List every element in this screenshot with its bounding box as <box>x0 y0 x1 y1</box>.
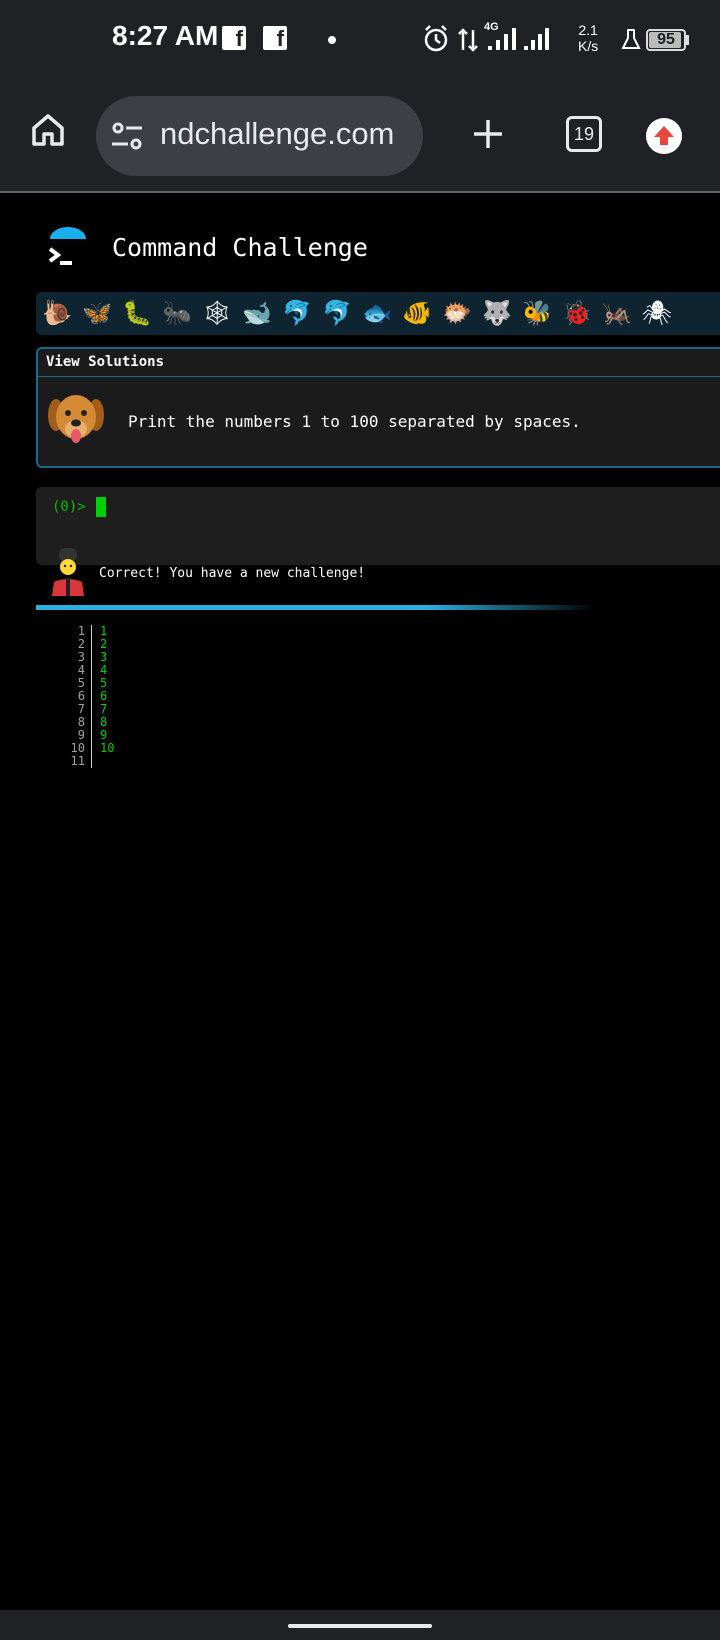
url-text[interactable]: ndchallenge.com <box>160 116 394 152</box>
flask-icon <box>621 29 641 49</box>
progress-bar <box>36 605 596 610</box>
challenge-badge[interactable]: 🐌 <box>40 296 74 330</box>
guard-icon <box>52 548 84 596</box>
challenge-badge[interactable]: 🕸 <box>200 296 234 330</box>
challenge-badge[interactable]: 🐬 <box>320 296 354 330</box>
facebook-icon: f <box>222 26 246 50</box>
output-lines: 1 2 3 4 5 6 7 8 9 10 <box>100 625 114 768</box>
challenge-badge[interactable]: 🐛 <box>120 296 154 330</box>
speed-unit: K/s <box>578 38 599 54</box>
challenge-badge[interactable]: 🦋 <box>80 296 114 330</box>
status-bar: 8:27 AM f f 4G 2.1 K/s 95 <box>0 0 720 82</box>
line-number: 11 <box>70 754 85 768</box>
challenge-badges: 🐌 🦋 🐛 🐜 🕸 🐋 🐬 🐬 🐟 🐠 🐡 🐺 🐝 🐞 🦗 🕷 <box>36 292 720 335</box>
challenge-panel: View Solutions Print the numbers 1 to 10… <box>36 347 720 468</box>
facebook-icon: f <box>263 26 287 50</box>
web-page: Command Challenge 🐌 🦋 🐛 🐜 🕸 🐋 🐬 🐬 🐟 🐠 🐡 🐺 🐝 🐞 🦗 🕷 View … <box>0 195 720 1610</box>
system-nav-bar <box>0 1610 720 1640</box>
network-speed: 2.1 K/s <box>578 22 598 54</box>
tab-count: 19 <box>573 124 595 144</box>
cursor <box>96 497 106 517</box>
site-title[interactable]: Command Challenge <box>112 233 368 262</box>
challenge-badge[interactable]: 🐠 <box>400 296 434 330</box>
challenge-badge[interactable]: 🐬 <box>280 296 314 330</box>
output-line: 10 <box>100 741 115 755</box>
browser-toolbar: ndchallenge.com 19 <box>0 82 720 193</box>
challenge-badge[interactable]: 🐞 <box>560 296 594 330</box>
feedback-message: Correct! You have a new challenge! <box>99 566 366 581</box>
signal-icon <box>524 28 549 50</box>
plus-icon[interactable] <box>470 116 506 152</box>
view-solutions-link[interactable]: View Solutions <box>38 349 720 377</box>
line-numbers: 1 2 3 4 5 6 7 8 9 10 11 <box>60 625 92 768</box>
signal-icon <box>488 28 516 50</box>
status-time: 8:27 AM <box>112 20 219 51</box>
challenge-badge[interactable]: 🕷 <box>640 296 674 330</box>
update-icon[interactable] <box>646 118 682 154</box>
challenge-badge[interactable]: 🐡 <box>440 296 474 330</box>
challenge-badge[interactable]: 🐝 <box>520 296 554 330</box>
challenge-badge[interactable]: 🐺 <box>480 296 514 330</box>
url-bar[interactable]: ndchallenge.com <box>96 96 423 176</box>
data-arrows-icon <box>458 28 478 52</box>
dot-icon <box>328 36 336 44</box>
alarm-icon <box>424 25 448 52</box>
home-icon[interactable] <box>28 110 68 150</box>
terminal-logo-icon[interactable] <box>46 227 90 271</box>
home-gesture-handle[interactable] <box>288 1624 432 1628</box>
challenge-text: Print the numbers 1 to 100 separated by … <box>128 412 581 431</box>
tune-icon[interactable] <box>110 118 146 154</box>
tabs-icon[interactable]: 19 <box>566 116 602 152</box>
challenge-badge[interactable]: 🦗 <box>600 296 634 330</box>
prompt: (0)> <box>52 499 86 515</box>
battery-cap <box>686 35 689 45</box>
speed-value: 2.1 <box>578 22 598 38</box>
battery-level: 95 <box>657 31 675 48</box>
terminal-input[interactable]: (0)> <box>36 487 720 565</box>
dog-icon <box>48 395 104 443</box>
challenge-badge[interactable]: 🐋 <box>240 296 274 330</box>
challenge-badge[interactable]: 🐟 <box>360 296 394 330</box>
challenge-badge[interactable]: 🐜 <box>160 296 194 330</box>
battery-icon: 95 <box>646 29 686 51</box>
